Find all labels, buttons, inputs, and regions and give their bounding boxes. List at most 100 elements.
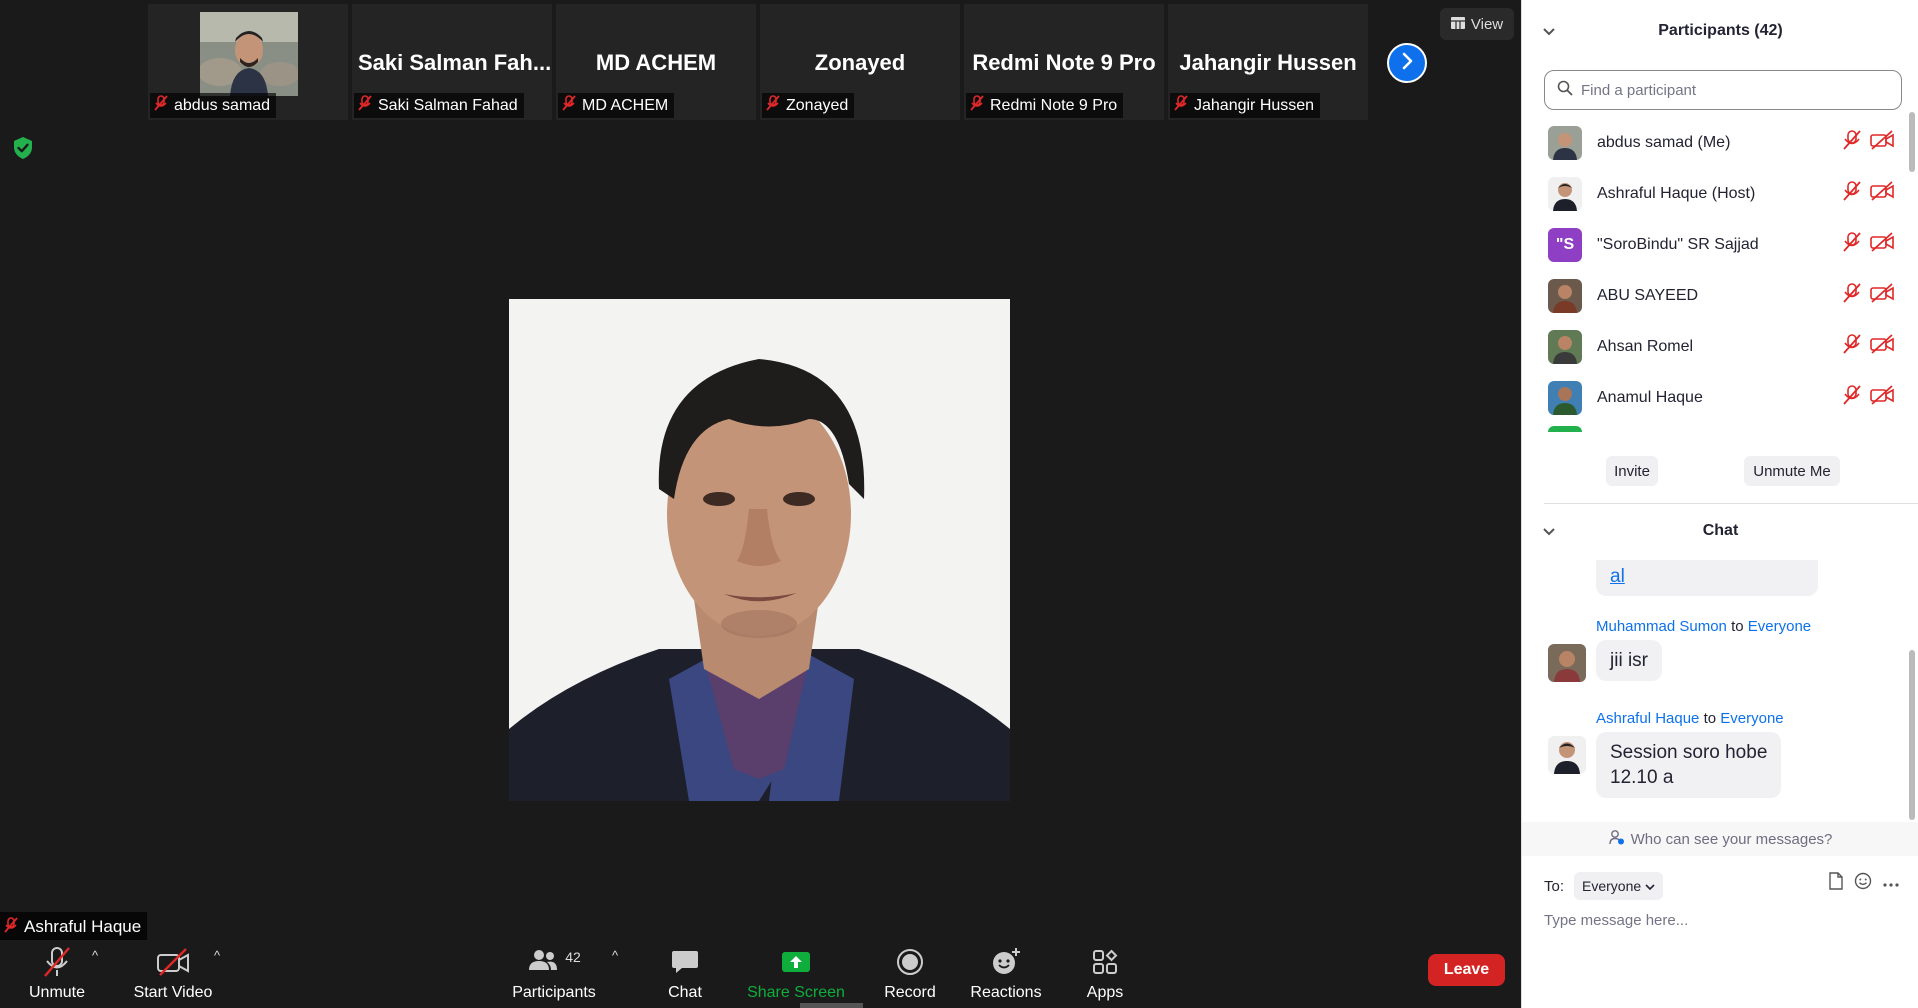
participant-name: Ahsan Romel	[1597, 337, 1694, 355]
muted-mic-icon[interactable]	[1842, 333, 1862, 360]
side-panel: Participants (42) abdus samad (Me) Ashra…	[1521, 0, 1918, 1008]
participant-row[interactable]: Ahsan Romel	[1522, 321, 1907, 372]
chat-recipient[interactable]: Everyone	[1748, 618, 1811, 635]
participants-list: abdus samad (Me) Ashraful Haque (Host) "…	[1522, 117, 1907, 432]
avatar-initials: "S	[1548, 227, 1582, 262]
next-page-button[interactable]	[1387, 43, 1427, 83]
encryption-shield-icon[interactable]	[12, 136, 34, 165]
view-button[interactable]: View	[1440, 8, 1514, 40]
recipient-row: To: Everyone	[1544, 872, 1664, 900]
muted-mic-icon	[358, 95, 372, 116]
participant-tile[interactable]: Redmi Note 9 Pro Redmi Note 9 Pro	[964, 4, 1164, 120]
share-screen-button[interactable]: Share Screen	[747, 940, 845, 1008]
chat-to-word: to	[1703, 710, 1717, 727]
participant-tile[interactable]: Saki Salman Fah... Saki Salman Fahad	[352, 4, 552, 120]
participant-row[interactable]: Ashraful Haque (Host)	[1522, 168, 1907, 219]
chat-message-link[interactable]: al	[1610, 566, 1625, 587]
participant-tile[interactable]: Zonayed Zonayed	[760, 4, 960, 120]
muted-mic-icon	[154, 95, 168, 116]
chat-label: Chat	[668, 984, 702, 1001]
participants-options-caret-icon[interactable]: ^	[612, 948, 618, 963]
find-participant-input[interactable]	[1581, 81, 1881, 99]
people-icon	[527, 948, 559, 977]
record-button[interactable]: Record	[880, 940, 940, 1008]
who-can-see-link[interactable]: Who can see your messages?	[1522, 822, 1918, 856]
recipient-select[interactable]: Everyone	[1574, 872, 1664, 900]
chat-recipient[interactable]: Everyone	[1720, 710, 1783, 727]
smiley-add-icon	[991, 944, 1021, 980]
participant-label-text: Jahangir Hussen	[1194, 96, 1315, 114]
muted-mic-icon[interactable]	[1842, 384, 1862, 411]
participant-row[interactable]: abdus samad (Me)	[1522, 117, 1907, 168]
video-off-icon[interactable]	[1870, 130, 1894, 155]
collapse-chevron-icon[interactable]	[1542, 24, 1556, 42]
apps-icon	[1092, 944, 1118, 980]
record-label: Record	[884, 984, 936, 1001]
participant-tile[interactable]: Jahangir Hussen Jahangir Hussen	[1168, 4, 1368, 120]
participant-row[interactable]: Anamul Haque	[1522, 372, 1907, 423]
chat-messages: al Muhammad Sumon to Everyone jii isr As…	[1522, 560, 1912, 822]
participant-label-text: Redmi Note 9 Pro	[990, 96, 1118, 114]
invite-button[interactable]: Invite	[1606, 456, 1658, 486]
muted-mic-icon	[766, 95, 780, 116]
share-screen-icon	[781, 944, 811, 980]
scrollbar-thumb[interactable]	[1909, 112, 1915, 172]
participant-name: Ashraful Haque (Host)	[1597, 184, 1756, 202]
file-icon[interactable]	[1828, 872, 1844, 895]
unmute-me-label: Unmute Me	[1753, 462, 1831, 480]
muted-mic-icon	[42, 944, 72, 980]
participant-row[interactable]: ABU SAYEED	[1522, 270, 1907, 321]
leave-button[interactable]: Leave	[1428, 954, 1505, 986]
chat-sender-name[interactable]: Muhammad Sumon	[1596, 618, 1727, 635]
participant-display-name: Jahangir Hussen	[1179, 50, 1357, 75]
muted-mic-icon[interactable]	[1842, 129, 1862, 156]
chat-to-word: to	[1731, 618, 1744, 635]
participant-display-name: MD ACHEM	[595, 50, 717, 75]
participants-scrollbar[interactable]	[1909, 112, 1915, 432]
participant-row[interactable]: "S "SoroBindu" SR Sajjad	[1522, 219, 1907, 270]
chat-sender-name[interactable]: Ashraful Haque	[1596, 710, 1699, 727]
apps-button[interactable]: Apps	[1082, 940, 1128, 1008]
unmute-me-button[interactable]: Unmute Me	[1744, 456, 1840, 486]
emoji-icon[interactable]	[1854, 872, 1872, 895]
message-input[interactable]	[1544, 907, 1904, 933]
chat-title: Chat	[1702, 522, 1739, 539]
video-off-icon[interactable]	[1870, 385, 1894, 410]
find-participant-field[interactable]	[1544, 70, 1902, 110]
video-off-icon[interactable]	[1870, 232, 1894, 257]
muted-mic-icon[interactable]	[1842, 231, 1862, 258]
muted-mic-icon	[970, 95, 984, 116]
invite-label: Invite	[1614, 462, 1650, 480]
collapse-chevron-icon[interactable]	[1542, 524, 1556, 542]
avatar	[1548, 329, 1582, 364]
unmute-button[interactable]: Unmute	[20, 940, 94, 1008]
participant-label-text: Zonayed	[786, 96, 849, 114]
meeting-area: abdus samad Saki Salman Fah... Saki Salm…	[0, 0, 1521, 1008]
person-lock-icon	[1608, 829, 1625, 849]
chevron-down-icon	[1645, 878, 1655, 894]
chat-button[interactable]: Chat	[660, 940, 710, 1008]
video-off-icon[interactable]	[1870, 181, 1894, 206]
reactions-button[interactable]: Reactions	[966, 940, 1046, 1008]
gallery-strip: abdus samad Saki Salman Fah... Saki Salm…	[148, 4, 1368, 120]
more-options-icon[interactable]	[1882, 875, 1900, 893]
start-video-label: Start Video	[133, 984, 213, 1001]
participants-button[interactable]: 42 Participants	[510, 940, 598, 1008]
participant-tile[interactable]: MD ACHEM MD ACHEM	[556, 4, 756, 120]
start-video-button[interactable]: Start Video	[130, 940, 216, 1008]
scrollbar-thumb[interactable]	[1909, 650, 1915, 820]
video-off-icon[interactable]	[1870, 283, 1894, 308]
chat-scrollbar[interactable]	[1909, 560, 1915, 822]
muted-mic-icon[interactable]	[1842, 180, 1862, 207]
chat-bubble-icon	[671, 944, 699, 980]
muted-mic-icon	[4, 916, 18, 938]
participant-name: Anamul Haque	[1597, 388, 1703, 406]
video-off-icon[interactable]	[1870, 334, 1894, 359]
active-speaker-video	[509, 299, 1010, 801]
video-options-caret-icon[interactable]: ^	[214, 948, 220, 963]
participant-tile[interactable]: abdus samad	[148, 4, 348, 120]
audio-options-caret-icon[interactable]: ^	[92, 948, 98, 963]
muted-mic-icon[interactable]	[1842, 282, 1862, 309]
search-icon	[1557, 80, 1573, 101]
toolbar-scroll-indicator	[800, 1003, 863, 1008]
